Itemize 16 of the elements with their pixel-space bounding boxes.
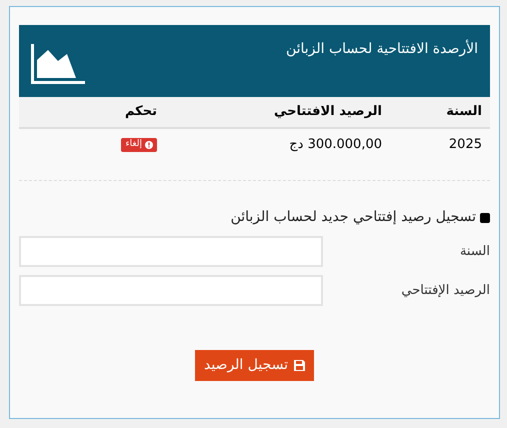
table-cell-text: 2025 [448, 136, 482, 154]
area-chart-icon [31, 44, 85, 84]
column-header: تحكم [124, 103, 157, 122]
alert-icon [145, 141, 153, 149]
header-title: الأرصدة الافتتاحية لحساب الزبائن [286, 39, 478, 59]
column-header: الرصيد الافتتاحي [273, 103, 382, 122]
field-label: الرصيد الإفتتاحي [401, 282, 490, 300]
column-header: السنة [445, 103, 482, 122]
save-button[interactable]: تسجيل الرصيد [195, 350, 314, 381]
field-label: السنة [460, 242, 490, 261]
form-title: تسجيل رصيد إفتتاحي جديد لحساب الزبائن [230, 208, 476, 227]
square-bullet-icon [480, 212, 490, 222]
input-field[interactable] [19, 275, 323, 306]
input-field[interactable] [19, 236, 323, 267]
cancel-button[interactable]: إلغاء [121, 138, 157, 152]
table-cell-text: 300.000,00 دج [288, 136, 382, 154]
